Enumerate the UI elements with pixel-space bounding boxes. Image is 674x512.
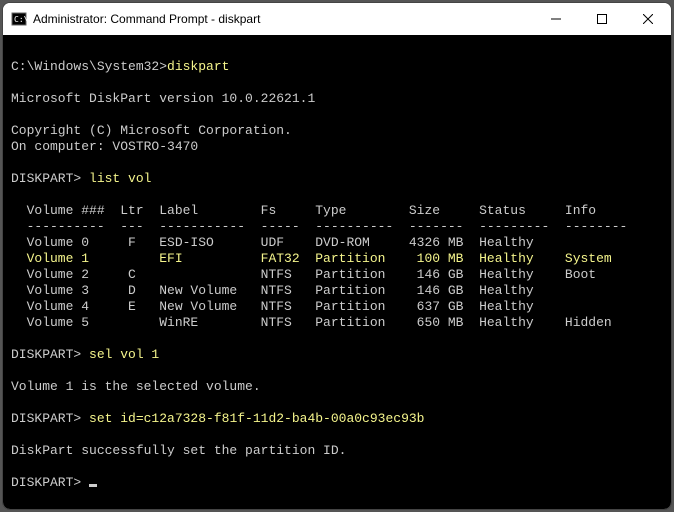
dp-prompt: DISKPART> <box>11 171 89 186</box>
cursor <box>89 484 97 487</box>
cmd-icon: C:\ <box>11 11 27 27</box>
cmd-sel-vol: sel vol 1 <box>89 347 159 362</box>
set-response: DiskPart successfully set the partition … <box>11 443 346 458</box>
cmd-set-id: set id=c12a7328-f81f-11d2-ba4b-00a0c93ec… <box>89 411 424 426</box>
svg-text:C:\: C:\ <box>14 15 27 24</box>
version-line: Microsoft DiskPart version 10.0.22621.1 <box>11 91 315 106</box>
computer-line: On computer: VOSTRO-3470 <box>11 139 198 154</box>
window-title: Administrator: Command Prompt - diskpart <box>33 12 260 26</box>
cmd-diskpart: diskpart <box>167 59 229 74</box>
maximize-button[interactable] <box>579 3 625 35</box>
prompt-path: C:\Windows\System32> <box>11 59 167 74</box>
dp-prompt: DISKPART> <box>11 411 89 426</box>
table-header: Volume ### Ltr Label Fs Type Size Status… <box>11 203 596 218</box>
table-divider: ---------- --- ----------- ----- -------… <box>11 219 627 234</box>
cmd-window: C:\ Administrator: Command Prompt - disk… <box>2 2 672 510</box>
close-button[interactable] <box>625 3 671 35</box>
dp-prompt: DISKPART> <box>11 475 89 490</box>
table-row: Volume 4 E New Volume NTFS Partition 637… <box>11 299 534 314</box>
copyright-line: Copyright (C) Microsoft Corporation. <box>11 123 292 138</box>
table-row: Volume 3 D New Volume NTFS Partition 146… <box>11 283 534 298</box>
cmd-list-vol: list vol <box>89 171 151 186</box>
table-row: Volume 5 WinRE NTFS Partition 650 MB Hea… <box>11 315 612 330</box>
terminal-output[interactable]: C:\Windows\System32>diskpart Microsoft D… <box>3 35 671 509</box>
dp-prompt: DISKPART> <box>11 347 89 362</box>
minimize-button[interactable] <box>533 3 579 35</box>
table-row: Volume 2 C NTFS Partition 146 GB Healthy… <box>11 267 596 282</box>
sel-response: Volume 1 is the selected volume. <box>11 379 261 394</box>
table-row-highlight: Volume 1 EFI FAT32 Partition 100 MB Heal… <box>11 251 612 266</box>
table-row: Volume 0 F ESD-ISO UDF DVD-ROM 4326 MB H… <box>11 235 534 250</box>
titlebar[interactable]: C:\ Administrator: Command Prompt - disk… <box>3 3 671 35</box>
